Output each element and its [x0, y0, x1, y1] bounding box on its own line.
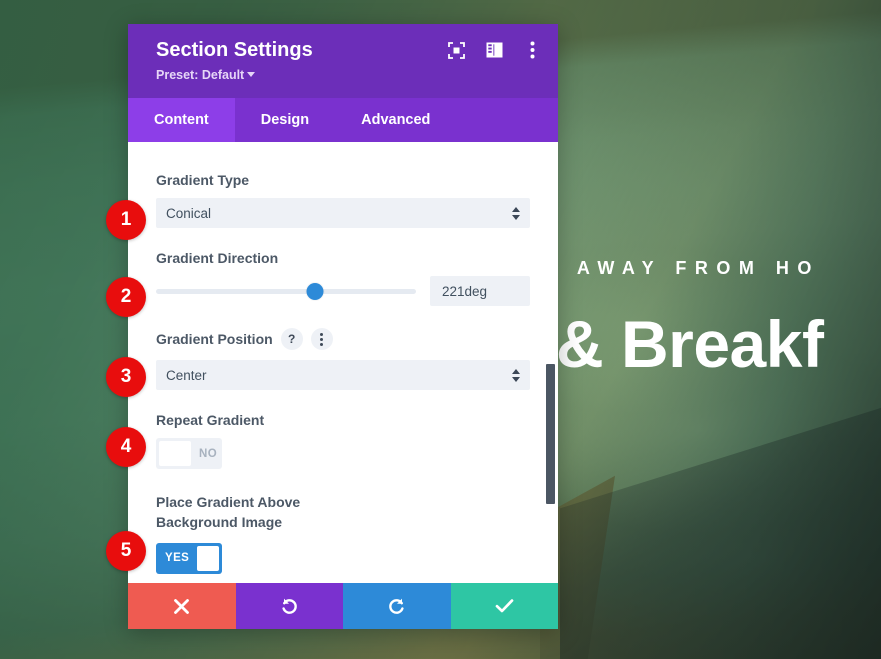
scrollbar-track[interactable]: [546, 142, 555, 583]
check-icon: [495, 599, 514, 613]
header-icon-group: [446, 40, 542, 60]
callout-badge-1: 1: [106, 200, 146, 240]
gradient-type-label: Gradient Type: [156, 172, 530, 188]
modal-tabs: Content Design Advanced: [128, 98, 558, 142]
field-gradient-direction: Gradient Direction 221deg: [156, 250, 530, 306]
gradient-direction-input[interactable]: 221deg: [430, 276, 530, 306]
gradient-position-value: Center: [166, 367, 207, 383]
screen: ME AWAY FROM HO & Breakf Section Setting…: [0, 0, 881, 659]
layout-panel-icon[interactable]: [484, 40, 504, 60]
field-options-icon[interactable]: [310, 328, 333, 350]
gradient-direction-value: 221deg: [442, 283, 488, 299]
undo-icon: [282, 598, 297, 614]
gradient-direction-label-text: Gradient Direction: [156, 250, 279, 266]
place-gradient-label-text: Place Gradient Above Background Image: [156, 494, 301, 530]
modal-body: Gradient Type Conical Gradient Direction: [128, 142, 558, 583]
place-gradient-label: Place Gradient Above Background Image: [156, 493, 530, 533]
help-icon[interactable]: ?: [280, 328, 303, 350]
place-gradient-state: YES: [165, 552, 190, 565]
field-repeat-gradient: Repeat Gradient NO: [156, 412, 530, 471]
tab-content[interactable]: Content: [128, 98, 235, 142]
callout-badge-2: 2: [106, 277, 146, 317]
gradient-type-label-text: Gradient Type: [156, 172, 250, 188]
close-icon: [174, 598, 190, 614]
gradient-direction-row: 221deg: [156, 276, 530, 306]
callout-badge-4: 4: [106, 427, 146, 467]
gradient-direction-slider[interactable]: [156, 280, 416, 302]
gradient-type-select[interactable]: Conical: [156, 198, 530, 228]
field-gradient-position: Gradient Position ? Center: [156, 328, 530, 390]
gradient-position-select[interactable]: Center: [156, 360, 530, 390]
spinner-arrows-icon[interactable]: [512, 206, 520, 220]
redo-button[interactable]: [343, 583, 451, 629]
slider-track: [156, 288, 416, 294]
preset-label: Preset: Default: [156, 68, 245, 82]
repeat-gradient-label-text: Repeat Gradient: [156, 412, 265, 428]
repeat-gradient-state: NO: [199, 447, 218, 460]
scrollbar-thumb[interactable]: [546, 364, 555, 504]
modal-footer: [128, 583, 558, 629]
more-options-icon[interactable]: [522, 40, 542, 60]
callout-badge-3: 3: [106, 357, 146, 397]
spinner-arrows-icon[interactable]: [512, 368, 520, 382]
field-gradient-type: Gradient Type Conical: [156, 172, 530, 228]
gradient-position-label-text: Gradient Position: [156, 331, 273, 347]
gradient-direction-label: Gradient Direction: [156, 250, 530, 266]
gradient-type-value: Conical: [166, 205, 212, 221]
toggle-knob: [197, 545, 219, 571]
gradient-position-label: Gradient Position ?: [156, 328, 530, 350]
place-gradient-toggle[interactable]: YES: [156, 542, 222, 574]
toggle-knob: [159, 441, 191, 466]
save-button[interactable]: [450, 583, 558, 629]
cancel-button[interactable]: [128, 583, 236, 629]
focus-icon[interactable]: [446, 40, 466, 60]
tab-advanced[interactable]: Advanced: [335, 98, 456, 142]
slider-thumb[interactable]: [306, 282, 324, 300]
chevron-down-icon: [247, 72, 256, 77]
undo-button[interactable]: [235, 583, 343, 629]
field-place-gradient-above: Place Gradient Above Background Image YE…: [156, 493, 530, 574]
preset-selector[interactable]: Preset: Default: [156, 68, 256, 82]
repeat-gradient-toggle[interactable]: NO: [156, 438, 222, 469]
section-settings-modal: Section Settings Preset: Default Content…: [128, 24, 558, 629]
modal-header: Section Settings Preset: Default: [128, 24, 558, 98]
repeat-gradient-label: Repeat Gradient: [156, 412, 530, 428]
callout-badge-5: 5: [106, 531, 146, 571]
redo-icon: [389, 598, 404, 614]
tab-design[interactable]: Design: [235, 98, 335, 142]
